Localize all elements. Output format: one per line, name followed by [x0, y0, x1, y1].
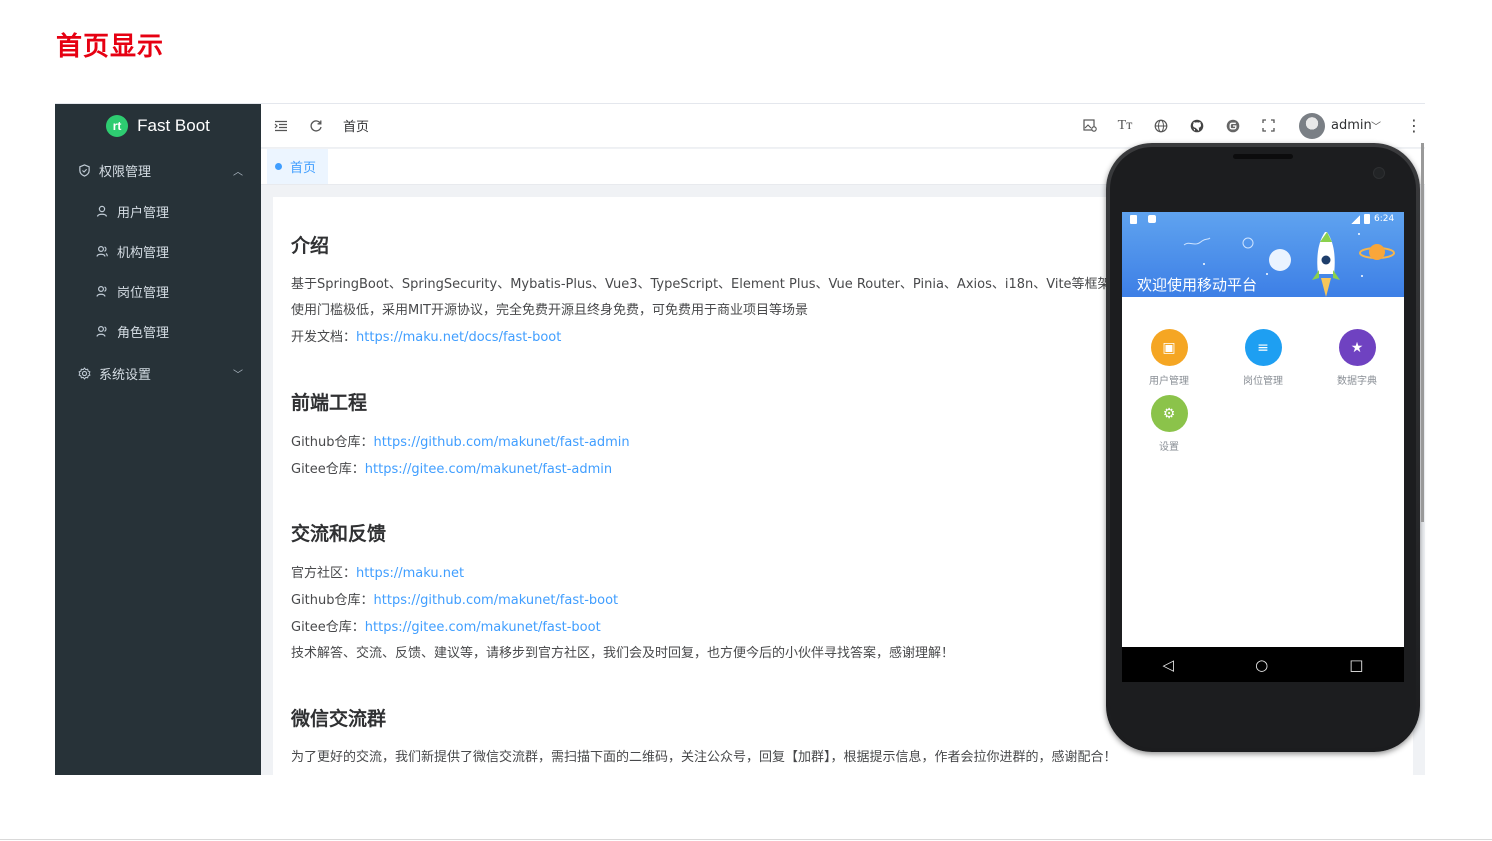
tab-label: 首页	[290, 161, 317, 176]
recents-icon[interactable]: □	[1349, 656, 1363, 674]
github-label: Github仓库：	[291, 435, 374, 450]
topbar: 首页 Tт admin ﹀ ⋮	[261, 104, 1425, 148]
community-link[interactable]: https://maku.net	[356, 566, 464, 581]
grid-item-label: 用户管理	[1149, 376, 1189, 387]
grid-item-users[interactable]: ▣ 用户管理	[1139, 329, 1199, 387]
chevron-down-icon[interactable]: ﹀	[1371, 118, 1381, 133]
section-title-wechat: 微信交流群	[291, 708, 387, 730]
divider	[0, 839, 1492, 840]
chevron-down-icon: ﹀	[233, 369, 243, 381]
feedback-gitee-row: Gitee仓库：https://gitee.com/makunet/fast-b…	[291, 616, 601, 635]
github-label: Github仓库：	[291, 593, 374, 608]
sidebar-item-label: 角色管理	[117, 325, 170, 341]
globe-icon[interactable]	[1152, 117, 1170, 135]
star-icon: ★	[1338, 329, 1376, 366]
grid-item-posts[interactable]: ≡ 岗位管理	[1233, 329, 1293, 387]
tab-home[interactable]: 首页	[267, 149, 329, 184]
logo-icon: rt	[106, 115, 129, 137]
section-title-intro: 介绍	[291, 235, 330, 257]
image-search-icon[interactable]	[1081, 117, 1099, 135]
sidebar-item-users[interactable]: 用户管理	[55, 191, 261, 231]
gitee-icon[interactable]	[1224, 117, 1242, 135]
chevron-up-icon: ︿	[233, 166, 243, 178]
phone-camera	[1373, 167, 1385, 179]
gitee-label: Gitee仓库：	[291, 462, 365, 477]
logo-text: Fast Boot	[137, 116, 210, 135]
sidebar-item-label: 用户管理	[117, 205, 170, 221]
gear-icon	[77, 366, 91, 380]
section-title-frontend: 前端工程	[291, 392, 368, 414]
gear-icon: ⚙	[1150, 395, 1188, 432]
more-vertical-icon[interactable]: ⋮	[1406, 116, 1422, 135]
sidebar-item-label: 岗位管理	[117, 285, 170, 301]
role-icon	[95, 324, 109, 338]
docs-label: 开发文档：	[291, 330, 357, 345]
phone-screen: 6:24 欢迎使用移动平台 ▣ 用户管理 ≡ 岗位管理 ★ 数据字典 ⚙ 设置	[1122, 212, 1404, 681]
section-title-feedback: 交流和反馈	[291, 523, 387, 545]
sidebar-group-label: 系统设置	[99, 367, 152, 383]
gitee-link[interactable]: https://gitee.com/makunet/fast-admin	[365, 462, 612, 477]
grid-item-label: 设置	[1159, 442, 1179, 453]
list-icon: ≡	[1244, 329, 1282, 366]
logo[interactable]: rt Fast Boot	[55, 104, 261, 148]
sidebar-group-permissions[interactable]: 权限管理 ︿	[55, 150, 261, 190]
avatar[interactable]	[1299, 113, 1325, 139]
grid-item-settings[interactable]: ⚙ 设置	[1139, 395, 1199, 453]
font-size-icon[interactable]: Tт	[1116, 117, 1134, 135]
sidebar: rt Fast Boot 权限管理 ︿ 用户管理 机构管理 岗位管理 角色管理 …	[55, 104, 261, 775]
scrollbar[interactable]	[1421, 143, 1424, 522]
docs-row: 开发文档：https://maku.net/docs/fast-boot	[291, 326, 561, 345]
github-link[interactable]: https://github.com/makunet/fast-boot	[374, 593, 619, 608]
phone-speaker	[1233, 154, 1293, 159]
github-link[interactable]: https://github.com/makunet/fast-admin	[374, 435, 630, 450]
phone-mockup: 6:24 欢迎使用移动平台 ▣ 用户管理 ≡ 岗位管理 ★ 数据字典 ⚙ 设置 …	[1106, 143, 1420, 752]
page-title: 首页显示	[56, 32, 165, 62]
community-row: 官方社区：https://maku.net	[291, 562, 464, 581]
sidebar-item-roles[interactable]: 角色管理	[55, 311, 261, 351]
breadcrumb: 首页	[343, 120, 370, 135]
gitee-label: Gitee仓库：	[291, 620, 365, 635]
tab-dot-icon	[275, 163, 282, 170]
menu-fold-icon[interactable]	[272, 117, 290, 135]
phone-title: 欢迎使用移动平台	[1137, 276, 1258, 294]
feedback-github-row: Github仓库：https://github.com/makunet/fast…	[291, 589, 618, 608]
grid-item-dict[interactable]: ★ 数据字典	[1327, 329, 1387, 387]
community-label: 官方社区：	[291, 566, 357, 581]
sidebar-item-posts[interactable]: 岗位管理	[55, 271, 261, 311]
wechat-note: 为了更好的交流，我们新提供了微信交流群，需扫描下面的二维码，关注公众号，回复【加…	[291, 750, 1117, 765]
intro-text-1: 基于SpringBoot、SpringSecurity、Mybatis-Plus…	[291, 277, 1150, 292]
user-icon	[95, 204, 109, 218]
gitee-link[interactable]: https://gitee.com/makunet/fast-boot	[365, 620, 601, 635]
github-icon[interactable]	[1188, 117, 1206, 135]
sidebar-item-org[interactable]: 机构管理	[55, 231, 261, 271]
back-icon[interactable]: ◁	[1163, 656, 1175, 674]
shield-icon	[77, 163, 91, 177]
home-icon[interactable]: ○	[1255, 656, 1268, 674]
user-card-icon: ▣	[1150, 329, 1188, 366]
fullscreen-icon[interactable]	[1259, 117, 1277, 135]
sidebar-item-label: 机构管理	[117, 245, 170, 261]
post-icon	[95, 284, 109, 298]
docs-link[interactable]: https://maku.net/docs/fast-boot	[356, 330, 561, 345]
grid-item-label: 数据字典	[1337, 376, 1377, 387]
frontend-github-row: Github仓库：https://github.com/makunet/fast…	[291, 431, 630, 450]
phone-navbar: ◁ ○ □	[1122, 647, 1404, 682]
phone-banner: 6:24 欢迎使用移动平台	[1122, 212, 1404, 297]
sidebar-group-system[interactable]: 系统设置 ﹀	[55, 353, 261, 393]
grid-item-label: 岗位管理	[1243, 376, 1283, 387]
user-name[interactable]: admin	[1331, 118, 1372, 133]
sidebar-group-label: 权限管理	[99, 164, 152, 180]
feedback-note: 技术解答、交流、反馈、建议等，请移步到官方社区，我们会及时回复，也方便今后的小伙…	[291, 646, 955, 661]
intro-text-2: 使用门槛极低，采用MIT开源协议，完全免费开源且终身免费，可免费用于商业项目等场…	[291, 303, 808, 318]
refresh-icon[interactable]	[307, 117, 325, 135]
org-icon	[95, 244, 109, 258]
frontend-gitee-row: Gitee仓库：https://gitee.com/makunet/fast-a…	[291, 458, 612, 477]
